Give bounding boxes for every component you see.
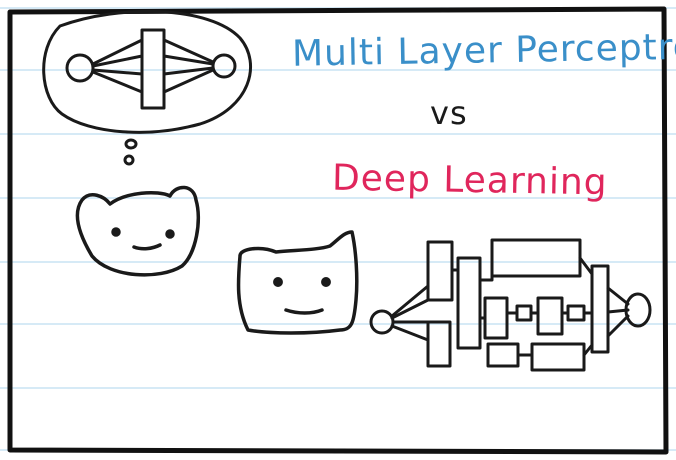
output-node-icon xyxy=(211,53,237,79)
dl-output-node-icon xyxy=(624,292,652,328)
deep-network-diagram xyxy=(369,238,652,372)
hidden-layer-icon xyxy=(140,28,166,110)
big-creature xyxy=(236,230,359,335)
illustration-canvas: Multi Layer Perceptron vs Deep Learning xyxy=(0,0,676,460)
title-vs: vs xyxy=(430,94,468,132)
thought-bubble xyxy=(42,9,253,166)
title-mlp: Multi Layer Perceptron xyxy=(291,26,676,75)
title-deep-learning: Deep Learning xyxy=(331,157,608,204)
dl-input-node-icon xyxy=(369,309,395,335)
frame-border xyxy=(7,6,669,455)
input-node-icon xyxy=(65,53,95,83)
